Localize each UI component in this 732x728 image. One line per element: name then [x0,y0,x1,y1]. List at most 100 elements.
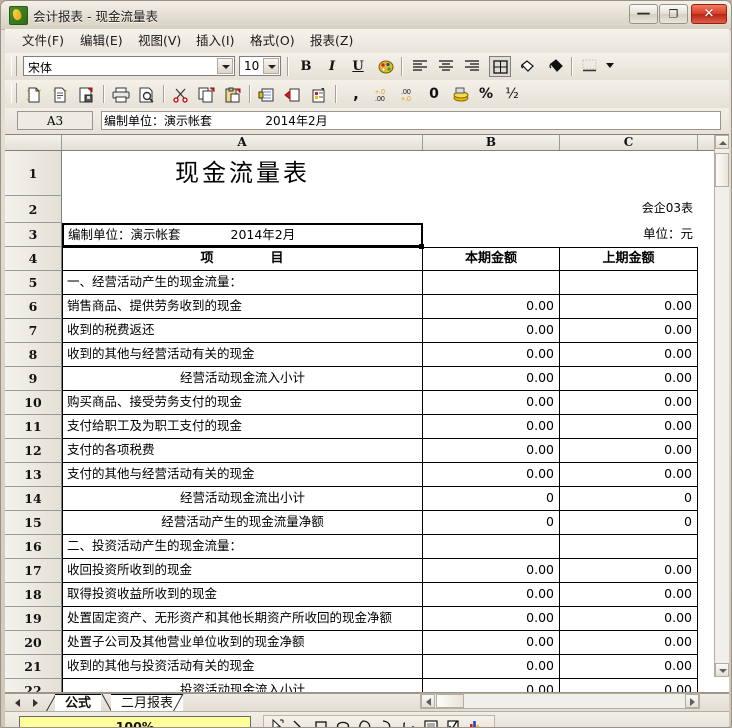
cell-a12[interactable]: 支付的各项税费 [62,439,423,463]
chevron-down-icon[interactable] [217,58,233,74]
row-header[interactable]: 21 [5,655,62,679]
cell-a5[interactable]: 一、经营活动产生的现金流量： [62,271,423,295]
delete-row-button[interactable] [281,84,303,105]
cell-c4[interactable]: 上期金额 [560,247,698,271]
fill-color-button[interactable] [517,56,539,77]
row-header[interactable]: 6 [5,295,62,319]
row-header[interactable]: 15 [5,511,62,535]
rounded-rect-icon[interactable] [400,718,420,727]
row-header[interactable]: 4 [5,247,62,271]
font-name-combo[interactable]: 宋体 [23,56,235,76]
print-preview-button[interactable] [135,84,157,105]
column-header-c[interactable]: C [560,135,698,150]
cell-b22[interactable]: 0.00 [423,679,560,693]
text-box-icon[interactable] [422,718,442,727]
cell-c15[interactable]: 0 [560,511,698,535]
zero-decimal-button[interactable]: 0 [423,84,445,105]
row-header[interactable]: 1 [5,151,62,196]
insert-row-button[interactable] [255,84,277,105]
row-header[interactable]: 18 [5,583,62,607]
column-header-d[interactable] [698,135,715,150]
checkbox-icon[interactable] [444,718,464,727]
cell-b18[interactable]: 0.00 [423,583,560,607]
cell-c13[interactable]: 0.00 [560,463,698,487]
pattern-dropdown-button[interactable] [601,56,623,77]
row-header[interactable]: 3 [5,223,62,247]
row-header[interactable]: 22 [5,679,62,693]
cell-b19[interactable]: 0.00 [423,607,560,631]
cut-button[interactable] [169,84,191,105]
formula-input[interactable]: 编制单位：演示帐套 2014年2月 [101,111,721,130]
cell-c7[interactable]: 0.00 [560,319,698,343]
cell-a1[interactable]: 现金流量表 [62,151,423,196]
cell-c11[interactable]: 0.00 [560,415,698,439]
fraction-button[interactable]: ½ [501,84,523,105]
chevron-down-icon[interactable] [263,58,279,74]
row-header[interactable]: 16 [5,535,62,559]
selection-fill-handle[interactable] [419,244,424,249]
cell-a8[interactable]: 收到的其他与经营活动有关的现金 [62,343,423,367]
row-header[interactable]: 8 [5,343,62,367]
row-header[interactable]: 13 [5,463,62,487]
cell-c18[interactable]: 0.00 [560,583,698,607]
menu-edit[interactable]: 编辑(E) [75,32,128,50]
cell-c6[interactable]: 0.00 [560,295,698,319]
cell-c5[interactable] [560,271,698,295]
cell-a11[interactable]: 支付给职工及为职工支付的现金 [62,415,423,439]
font-size-combo[interactable]: 10 [239,56,281,76]
increase-decimal-button[interactable]: .00 +.0 [397,84,419,105]
chart-icon[interactable] [466,718,486,727]
cell-c19[interactable]: 0.00 [560,607,698,631]
cell-b3[interactable] [423,223,560,247]
bold-button[interactable]: B [295,56,317,77]
ellipse-icon[interactable] [334,718,354,727]
cell-c1[interactable] [560,151,698,196]
percent-button[interactable]: % [475,84,497,105]
scroll-up-button[interactable] [715,135,729,149]
horizontal-scroll-thumb[interactable] [436,694,464,708]
menu-file[interactable]: 文件(F) [17,32,69,50]
row-header[interactable]: 9 [5,367,62,391]
minimize-button[interactable]: — [629,4,658,24]
borders-button[interactable] [489,56,511,77]
properties-button[interactable] [307,84,329,105]
menu-report[interactable]: 报表(Z) [305,32,358,50]
cell-a20[interactable]: 处置子公司及其他营业单位收到的现金净额 [62,631,423,655]
cell-b10[interactable]: 0.00 [423,391,560,415]
cell-b14[interactable]: 0 [423,487,560,511]
cell-b16[interactable] [423,535,560,559]
cell-b4[interactable]: 本期金额 [423,247,560,271]
horizontal-scrollbar[interactable] [420,693,700,709]
menu-format[interactable]: 格式(O) [245,32,300,50]
cell-b11[interactable]: 0.00 [423,415,560,439]
cell-a22[interactable]: 投资活动现金流入小计 [62,679,423,693]
paint-format-button[interactable] [545,56,567,77]
cell-b15[interactable]: 0 [423,511,560,535]
underline-button[interactable]: U [347,56,369,77]
align-left-button[interactable] [409,56,431,77]
cell-c9[interactable]: 0.00 [560,367,698,391]
row-header[interactable]: 11 [5,415,62,439]
cell-c20[interactable]: 0.00 [560,631,698,655]
cell-a13[interactable]: 支付的其他与经营活动有关的现金 [62,463,423,487]
cell-b7[interactable]: 0.00 [423,319,560,343]
row-header[interactable]: 17 [5,559,62,583]
italic-button[interactable]: I [321,56,343,77]
scroll-right-button[interactable] [685,694,699,708]
cell-a6[interactable]: 销售商品、提供劳务收到的现金 [62,295,423,319]
select-arrow-icon[interactable] [268,718,288,727]
close-button[interactable]: ✕ [691,4,727,24]
decrease-decimal-button[interactable]: +.0 .00 [371,84,393,105]
cell-a7[interactable]: 收到的税费返还 [62,319,423,343]
cell-a2[interactable] [62,196,423,223]
cell-a21[interactable]: 收到的其他与投资活动有关的现金 [62,655,423,679]
zoom-level-indicator[interactable]: 100% [19,716,251,727]
row-header[interactable]: 14 [5,487,62,511]
cell-a10[interactable]: 购买商品、接受劳务支付的现金 [62,391,423,415]
cell-c10[interactable]: 0.00 [560,391,698,415]
row-header[interactable]: 12 [5,439,62,463]
cell-a14[interactable]: 经营活动现金流出小计 [62,487,423,511]
maximize-button[interactable]: ❐ [659,4,688,24]
rectangle-icon[interactable] [312,718,332,727]
cell-b8[interactable]: 0.00 [423,343,560,367]
